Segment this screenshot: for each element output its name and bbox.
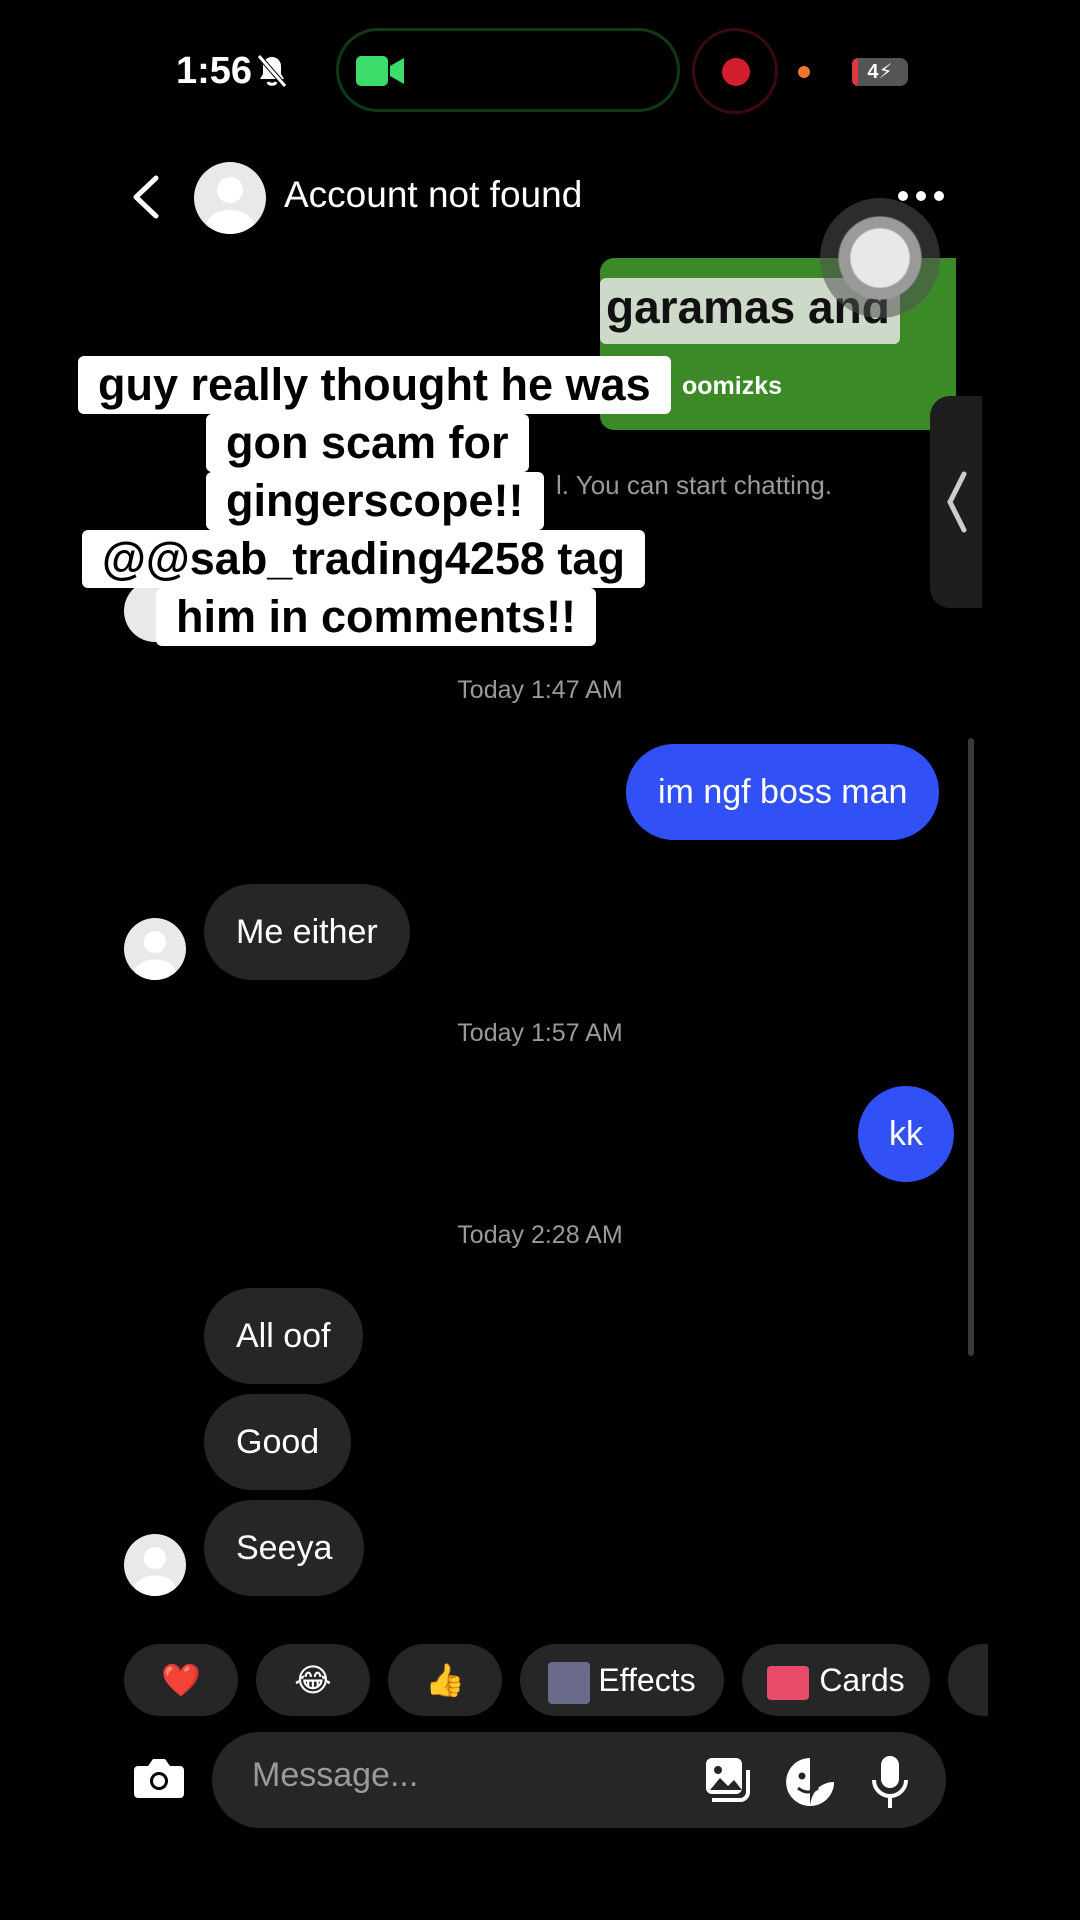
effects-button[interactable]: Effects <box>520 1644 724 1716</box>
more-quick-action-chip[interactable] <box>948 1644 988 1716</box>
message-placeholder: Message... <box>252 1756 419 1794</box>
thumbs-up-reaction-button[interactable]: 👍 <box>388 1644 502 1716</box>
cards-label: Cards <box>819 1662 905 1698</box>
laugh-reaction-button[interactable]: 😂 <box>256 1644 370 1716</box>
incoming-message[interactable]: Me either <box>204 884 410 980</box>
gift-card-icon <box>767 1665 810 1700</box>
gallery-icon[interactable] <box>702 1756 752 1806</box>
default-avatar-icon <box>134 1546 176 1596</box>
thumbs-up-icon: 👍 <box>425 1662 465 1698</box>
timestamp: Today 1:57 AM <box>457 1019 623 1047</box>
caption-line-3: gingerscope!! <box>206 472 544 530</box>
caption-line-1: guy really thought he was <box>78 356 671 414</box>
avatar[interactable] <box>194 162 266 234</box>
privacy-dot <box>798 66 810 78</box>
default-avatar-icon <box>206 177 254 234</box>
camera-icon[interactable] <box>132 1754 186 1802</box>
heart-reaction-button[interactable]: ❤️ <box>124 1644 238 1716</box>
conversation-title[interactable]: Account not found <box>284 174 582 216</box>
timestamp: Today 2:28 AM <box>457 1221 623 1249</box>
caption-line-2: gon scam for <box>206 414 529 472</box>
effects-label: Effects <box>598 1662 696 1698</box>
effects-thumbnail-icon <box>548 1661 591 1704</box>
laughing-emoji-icon: 😂 <box>294 1662 332 1698</box>
caption-line-5: him in comments!! <box>156 588 597 646</box>
microphone-icon[interactable] <box>870 1754 910 1810</box>
incoming-message[interactable]: Good <box>204 1394 352 1490</box>
back-arrow-icon[interactable] <box>128 174 164 220</box>
post-username: oomizks <box>682 372 783 400</box>
sender-avatar[interactable] <box>124 1534 186 1596</box>
timestamp: Today 1:47 AM <box>457 676 623 704</box>
status-time: 1:56 <box>176 50 253 92</box>
battery-indicator: 4⚡ <box>852 58 908 86</box>
sender-avatar[interactable] <box>124 918 186 980</box>
side-panel-handle[interactable] <box>930 396 982 608</box>
heart-icon: ❤️ <box>161 1662 201 1698</box>
assistive-touch-button[interactable] <box>820 198 940 318</box>
video-camera-icon <box>356 56 404 86</box>
muted-bell-icon <box>257 54 287 88</box>
outgoing-message[interactable]: im ngf boss man <box>626 744 940 840</box>
incoming-message[interactable]: All oof <box>204 1288 363 1384</box>
system-note: l. You can start chatting. <box>556 470 833 500</box>
sticker-icon[interactable] <box>784 1756 836 1808</box>
battery-level: 4 <box>867 61 879 83</box>
default-avatar-icon <box>134 930 176 980</box>
incoming-message[interactable]: Seeya <box>204 1500 365 1596</box>
chevron-left-icon <box>947 471 967 533</box>
scrollbar[interactable] <box>968 738 974 1356</box>
record-dot-icon <box>722 58 750 86</box>
caption-line-4: @@sab_trading4258 tag <box>82 530 645 588</box>
cards-button[interactable]: Cards <box>742 1644 930 1716</box>
outgoing-message[interactable]: kk <box>858 1086 954 1182</box>
